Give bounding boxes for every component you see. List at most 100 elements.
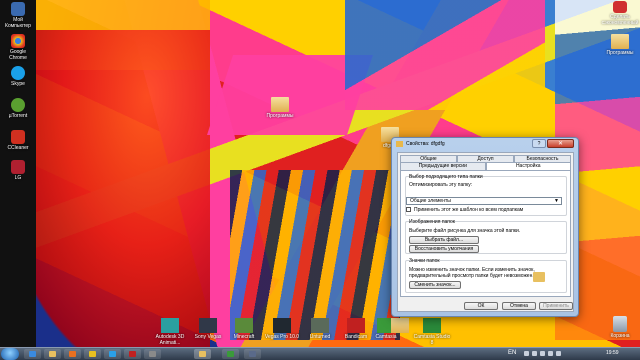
left-icon-strip: Мой Компьютер Google Chrome Skype µTorre… (0, 0, 36, 348)
taskbar-explorer[interactable] (44, 349, 61, 359)
explorer-icon (49, 351, 56, 357)
desktop-icon-shutdown[interactable]: Сделать сэкономленный (600, 1, 640, 26)
camtasia-icon (227, 351, 234, 357)
chrome-icon (89, 351, 96, 357)
desktop-icon-camtasia8[interactable]: Camtasia Studio 8 (412, 318, 452, 346)
desktop-icon-ccleaner[interactable]: CCleaner (1, 130, 35, 151)
tray-icon[interactable] (524, 351, 529, 356)
start-button[interactable] (1, 348, 19, 360)
tab-previous-versions[interactable]: Предыдущие версии (400, 162, 486, 170)
help-button[interactable]: ? (532, 139, 546, 148)
apply-subfolders-checkbox[interactable] (406, 207, 411, 212)
desktop-icon-app[interactable]: LG (1, 160, 35, 181)
desktop-icon-label: Сделать сэкономленный (601, 14, 639, 26)
group-title: Выбор подходящего типа папки (409, 174, 483, 180)
desktop-icon-maya[interactable]: Autodesk 3D Animati... (150, 318, 190, 346)
desktop-icon-label: Google Chrome (9, 49, 27, 61)
desktop-icon-label: Программы (606, 50, 634, 56)
unturned-icon (311, 318, 329, 333)
taskbar-ie[interactable] (24, 349, 41, 359)
network-icon[interactable] (548, 351, 553, 356)
desktop-icon-label: Camtasia Studio 8 (413, 334, 451, 346)
bandicam-icon (129, 351, 136, 357)
camtasia8-icon (423, 318, 441, 333)
desktop-icon-recycle-bin[interactable]: Корзина (600, 316, 640, 339)
app-icon (11, 160, 25, 174)
desktop-icon-utorrent[interactable]: µTorrent (1, 98, 35, 119)
chrome-icon (11, 34, 25, 48)
tab-row-2: Предыдущие версии Настройка (400, 162, 571, 170)
apply-button[interactable]: Применить (539, 302, 573, 310)
taskbar-app[interactable] (124, 349, 141, 359)
taskbar-app[interactable] (144, 349, 161, 359)
vegas-pro-icon (273, 318, 291, 333)
volume-icon[interactable] (556, 351, 561, 356)
group-title: Значки папок (409, 258, 440, 264)
taskbar-chrome[interactable] (84, 349, 101, 359)
minecraft-icon (235, 318, 253, 333)
taskbar-app[interactable] (104, 349, 121, 359)
wallpaper-panel (230, 170, 400, 340)
desktop-icon-programs-2[interactable]: Программы (600, 34, 640, 56)
folder-icon (533, 272, 545, 282)
desktop-icon-label: Minecraft (233, 334, 255, 340)
customize-panel: Выбор подходящего типа папки Оптимизиров… (400, 170, 571, 297)
tab-customize[interactable]: Настройка (485, 162, 571, 170)
app-icon (249, 351, 256, 357)
change-icon-button[interactable]: Сменить значок... (409, 281, 461, 289)
taskbar-explorer-active[interactable] (194, 349, 211, 359)
desktop-icon-minecraft[interactable]: Minecraft (224, 318, 264, 340)
desktop-icon-label: Camtasia (375, 334, 397, 340)
tray-icon[interactable] (532, 351, 537, 356)
desktop-icon-computer[interactable]: Мой Компьютер (1, 2, 35, 29)
desktop-icon-label: Vegas Pro 10.0 (264, 334, 300, 340)
folder-type-select[interactable]: Общие элементы ▼ (406, 197, 562, 205)
desktop-icon-skype[interactable]: Skype (1, 66, 35, 87)
folder-pictures-desc: Выберите файл рисунка для значка этой па… (409, 228, 521, 234)
clock[interactable]: 19:59 (606, 350, 619, 356)
desktop-icon-label: Мой Компьютер (5, 17, 31, 29)
dialog-title: Свойства: dfgdfg (406, 141, 445, 147)
desktop-icon-label: µTorrent (8, 113, 28, 119)
desktop-icon-programs[interactable]: Программы (260, 97, 300, 119)
cancel-button[interactable]: Отмена (502, 302, 536, 310)
desktop-icon-label: CCleaner (7, 145, 29, 151)
desktop-icon-vegas-pro[interactable]: Vegas Pro 10.0 (262, 318, 302, 340)
ok-button[interactable]: ОК (464, 302, 498, 310)
taskbar-app[interactable] (222, 349, 239, 359)
taskbar-app[interactable] (244, 349, 261, 359)
folder-icon (271, 97, 289, 112)
skype-icon (109, 351, 116, 357)
desktop-icon-vegas[interactable]: Sony Vegas (188, 318, 228, 340)
restore-default-button[interactable]: Восстановить умолчания (409, 245, 479, 253)
desktop-icon-label: Skype (11, 81, 25, 87)
language-indicator[interactable]: EN (508, 350, 516, 356)
desktop-icon-label: Autodesk 3D Animati... (155, 334, 185, 346)
taskbar: EN 19:59 (0, 347, 640, 360)
desktop-icon-label: Sony Vegas (194, 334, 222, 340)
group-title: Изображения папок (409, 219, 455, 225)
skype-icon (11, 66, 25, 80)
checkbox-label: Применить этот же шаблон ко всем подпапк… (414, 207, 524, 213)
maya-icon (161, 318, 179, 333)
wallpaper-panel (345, 0, 545, 110)
tray-icon[interactable] (540, 351, 545, 356)
close-button[interactable]: ✕ (547, 139, 574, 148)
bandicam-icon (347, 318, 365, 333)
folder-icon (396, 141, 403, 147)
computer-icon (11, 2, 25, 16)
desktop-icon-chrome[interactable]: Google Chrome (1, 34, 35, 61)
desktop-icon-label: Bandicam (344, 334, 368, 340)
media-player-icon (69, 351, 76, 357)
chevron-down-icon: ▼ (554, 198, 559, 204)
desktop-icon-label: LG (14, 175, 22, 181)
folder-properties-dialog: Свойства: dfgdfg ? ✕ Общие Доступ Безопа… (391, 137, 579, 317)
choose-file-button[interactable]: Выбрать файл... (409, 236, 479, 244)
select-value: Общие элементы (410, 198, 451, 204)
desktop-icon-label: Программы (266, 113, 294, 119)
taskbar-media[interactable] (64, 349, 81, 359)
ccleaner-icon (11, 130, 25, 144)
folder-icon (199, 351, 206, 357)
desktop-icon-unturned[interactable]: Unturned (300, 318, 340, 340)
desktop-icon-label: Корзина (610, 333, 630, 339)
